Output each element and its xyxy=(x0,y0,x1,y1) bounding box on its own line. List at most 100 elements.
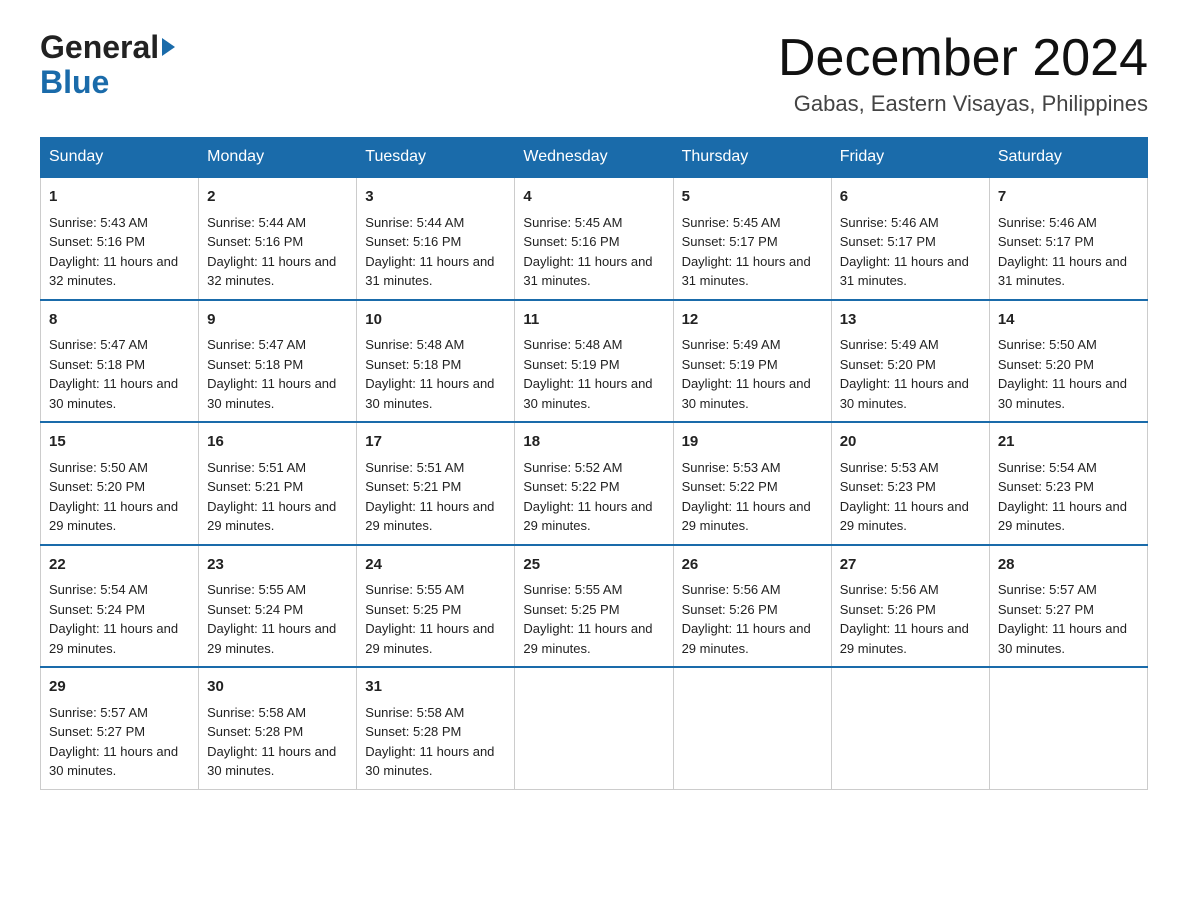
calendar-day-16: 16 Sunrise: 5:51 AM Sunset: 5:21 PM Dayligh… xyxy=(199,422,357,545)
empty-cell xyxy=(989,667,1147,789)
sunrise-text: Sunrise: 5:48 AM xyxy=(365,337,464,352)
daylight-text: Daylight: 11 hours and 29 minutes. xyxy=(523,621,652,656)
calendar-header-row: SundayMondayTuesdayWednesdayThursdayFrid… xyxy=(41,138,1148,178)
daylight-text: Daylight: 11 hours and 30 minutes. xyxy=(998,376,1127,411)
sunrise-text: Sunrise: 5:46 AM xyxy=(840,215,939,230)
calendar-day-27: 27Sunrise: 5:56 AMSunset: 5:26 PMDayligh… xyxy=(831,545,989,668)
day-number: 25 xyxy=(523,554,664,577)
calendar-day-5: 5Sunrise: 5:45 AMSunset: 5:17 PMDaylight… xyxy=(673,177,831,300)
month-title: December 2024 xyxy=(778,30,1148,87)
calendar-day-24: 24Sunrise: 5:55 AMSunset: 5:25 PMDayligh… xyxy=(357,545,515,668)
logo-triangle-icon xyxy=(162,38,175,56)
day-number: 9 xyxy=(207,309,348,332)
sunset-text: Sunset: 5:23 PM xyxy=(840,479,936,494)
day-number: 18 xyxy=(523,431,664,454)
sunrise-text: Sunrise: 5:50 AM xyxy=(49,460,148,475)
day-number: 29 xyxy=(49,676,190,699)
calendar-day-23: 23Sunrise: 5:55 AMSunset: 5:24 PMDayligh… xyxy=(199,545,357,668)
sunset-text: Sunset: 5:16 PM xyxy=(207,234,303,249)
sunset-text: Sunset: 5:16 PM xyxy=(523,234,619,249)
sunset-text: Sunset: 5:26 PM xyxy=(682,602,778,617)
calendar-day-3: 3Sunrise: 5:44 AMSunset: 5:16 PMDaylight… xyxy=(357,177,515,300)
calendar-week-5: 29Sunrise: 5:57 AMSunset: 5:27 PMDayligh… xyxy=(41,667,1148,789)
daylight-text: Daylight: 11 hours and 30 minutes. xyxy=(365,376,494,411)
calendar-day-31: 31Sunrise: 5:58 AMSunset: 5:28 PMDayligh… xyxy=(357,667,515,789)
day-number: 22 xyxy=(49,554,190,577)
sunset-text: Sunset: 5:18 PM xyxy=(365,357,461,372)
day-number: 26 xyxy=(682,554,823,577)
daylight-text: Daylight: 11 hours and 29 minutes. xyxy=(49,499,178,534)
calendar-day-13: 13Sunrise: 5:49 AMSunset: 5:20 PMDayligh… xyxy=(831,300,989,423)
day-number: 14 xyxy=(998,309,1139,332)
sunrise-text: Sunrise: 5:45 AM xyxy=(682,215,781,230)
sunset-text: Sunset: 5:25 PM xyxy=(365,602,461,617)
sunrise-text: Sunrise: 5:46 AM xyxy=(998,215,1097,230)
daylight-text: Daylight: 11 hours and 29 minutes. xyxy=(207,499,336,534)
daylight-text: Daylight: 11 hours and 30 minutes. xyxy=(840,376,969,411)
calendar-day-11: 11Sunrise: 5:48 AMSunset: 5:19 PMDayligh… xyxy=(515,300,673,423)
sunset-text: Sunset: 5:21 PM xyxy=(207,479,303,494)
sunset-text: Sunset: 5:24 PM xyxy=(49,602,145,617)
day-number: 16 xyxy=(207,431,348,454)
daylight-text: Daylight: 11 hours and 30 minutes. xyxy=(682,376,811,411)
day-number: 8 xyxy=(49,309,190,332)
calendar-day-26: 26 Sunrise: 5:56 AM Sunset: 5:26 PM Dayligh… xyxy=(673,545,831,668)
calendar-day-10: 10Sunrise: 5:48 AMSunset: 5:18 PMDayligh… xyxy=(357,300,515,423)
sunrise-text: Sunrise: 5:58 AM xyxy=(207,705,306,720)
sunset-text: Sunset: 5:19 PM xyxy=(523,357,619,372)
day-number: 28 xyxy=(998,554,1139,577)
sunrise-text: Sunrise: 5:53 AM xyxy=(840,460,939,475)
daylight-text: Daylight: 11 hours and 30 minutes. xyxy=(365,744,494,779)
empty-cell xyxy=(515,667,673,789)
sunrise-text: Sunrise: 5:55 AM xyxy=(523,582,622,597)
location-subtitle: Gabas, Eastern Visayas, Philippines xyxy=(778,91,1148,117)
sunset-text: Sunset: 5:27 PM xyxy=(998,602,1094,617)
daylight-text: Daylight: 11 hours and 31 minutes. xyxy=(840,254,969,289)
sunrise-text: Sunrise: 5:54 AM xyxy=(998,460,1097,475)
sunset-text: Sunset: 5:23 PM xyxy=(998,479,1094,494)
sunrise-text: Sunrise: 5:47 AM xyxy=(207,337,306,352)
sunset-text: Sunset: 5:25 PM xyxy=(523,602,619,617)
title-area: December 2024 Gabas, Eastern Visayas, Ph… xyxy=(778,30,1148,117)
logo: General Blue xyxy=(40,30,175,100)
daylight-text: Daylight: 11 hours and 29 minutes. xyxy=(365,499,494,534)
daylight-text: Daylight: 11 hours and 29 minutes. xyxy=(49,621,178,656)
day-number: 31 xyxy=(365,676,506,699)
day-number: 7 xyxy=(998,186,1139,209)
sunrise-text: Sunrise: 5:51 AM xyxy=(207,460,306,475)
daylight-text: Daylight: 11 hours and 31 minutes. xyxy=(998,254,1127,289)
calendar-day-14: 14Sunrise: 5:50 AMSunset: 5:20 PMDayligh… xyxy=(989,300,1147,423)
sunrise-text: Sunrise: 5:57 AM xyxy=(998,582,1097,597)
empty-cell xyxy=(831,667,989,789)
calendar-table: SundayMondayTuesdayWednesdayThursdayFrid… xyxy=(40,137,1148,790)
day-number: 2 xyxy=(207,186,348,209)
calendar-day-8: 8Sunrise: 5:47 AMSunset: 5:18 PMDaylight… xyxy=(41,300,199,423)
sunset-text: Sunset: 5:28 PM xyxy=(365,724,461,739)
col-header-sunday: Sunday xyxy=(41,138,199,178)
sunrise-text: Sunrise: 5:52 AM xyxy=(523,460,622,475)
calendar-day-17: 17Sunrise: 5:51 AMSunset: 5:21 PMDayligh… xyxy=(357,422,515,545)
sunrise-text: Sunrise: 5:56 AM xyxy=(682,582,781,597)
daylight-text: Daylight: 11 hours and 30 minutes. xyxy=(523,376,652,411)
calendar-day-20: 20Sunrise: 5:53 AMSunset: 5:23 PMDayligh… xyxy=(831,422,989,545)
calendar-week-4: 22 Sunrise: 5:54 AM Sunset: 5:24 PM Dayligh… xyxy=(41,545,1148,668)
calendar-day-4: 4Sunrise: 5:45 AMSunset: 5:16 PMDaylight… xyxy=(515,177,673,300)
daylight-text: Daylight: 11 hours and 29 minutes. xyxy=(682,621,811,656)
day-number: 27 xyxy=(840,554,981,577)
sunset-text: Sunset: 5:24 PM xyxy=(207,602,303,617)
sunrise-text: Sunrise: 5:56 AM xyxy=(840,582,939,597)
day-number: 1 xyxy=(49,186,190,209)
col-header-wednesday: Wednesday xyxy=(515,138,673,178)
day-number: 30 xyxy=(207,676,348,699)
day-number: 4 xyxy=(523,186,664,209)
calendar-day-6: 6Sunrise: 5:46 AMSunset: 5:17 PMDaylight… xyxy=(831,177,989,300)
sunrise-text: Sunrise: 5:49 AM xyxy=(682,337,781,352)
sunset-text: Sunset: 5:22 PM xyxy=(682,479,778,494)
daylight-text: Daylight: 11 hours and 31 minutes. xyxy=(365,254,494,289)
sunrise-text: Sunrise: 5:54 AM xyxy=(49,582,148,597)
empty-cell xyxy=(673,667,831,789)
calendar-week-3: 15Sunrise: 5:50 AMSunset: 5:20 PMDayligh… xyxy=(41,422,1148,545)
sunrise-text: Sunrise: 5:45 AM xyxy=(523,215,622,230)
sunrise-text: Sunrise: 5:44 AM xyxy=(207,215,306,230)
daylight-text: Daylight: 11 hours and 32 minutes. xyxy=(49,254,178,289)
